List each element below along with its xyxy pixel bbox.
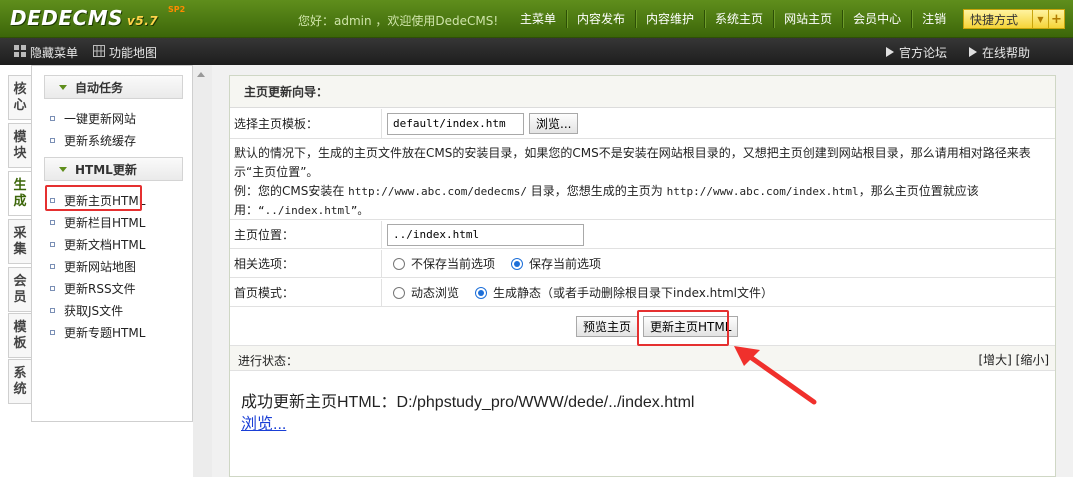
bullet-icon	[50, 220, 55, 225]
tab-generate[interactable]: 生成	[8, 171, 31, 216]
preview-button[interactable]: 预览主页	[576, 316, 639, 337]
scroll-up-icon[interactable]	[197, 72, 205, 77]
browse-result-link[interactable]: 浏览...	[241, 410, 286, 434]
menu-scrollbar[interactable]	[193, 65, 212, 477]
menu-item-update-rss[interactable]: 更新RSS文件	[50, 280, 136, 297]
annotation-arrow-icon	[734, 346, 817, 405]
grid-icon	[14, 45, 26, 60]
menu-section-html-update[interactable]: HTML更新	[44, 157, 183, 181]
description-row: 默认的情况下，生成的主页文件放在CMS的安装目录，如果您的CMS不是安装在网站根…	[230, 140, 1055, 220]
logo-edition-badge: SP2	[168, 5, 186, 14]
menu-item-update-sitemap[interactable]: 更新网站地图	[50, 258, 136, 275]
bullet-icon	[50, 138, 55, 143]
tab-system[interactable]: 系统	[8, 359, 31, 404]
nav-system-home[interactable]: 系统主页	[704, 10, 773, 28]
help-label: 在线帮助	[982, 46, 1031, 60]
top-nav: 主菜单 内容发布 内容维护 系统主页 网站主页 会员中心 注销	[510, 0, 956, 38]
nav-member-center[interactable]: 会员中心	[842, 10, 911, 28]
option-save-label: 保存当前选项	[529, 257, 602, 271]
hide-menu-label: 隐藏菜单	[30, 46, 79, 60]
left-menu: 自动任务 一键更新网站 更新系统缓存 HTML更新 更新主页HTML 更新栏目H…	[31, 65, 193, 422]
mode-row: 首页模式： 动态浏览 生成静态（或者手动删除根目录下index.html文件）	[230, 279, 1055, 307]
nav-logout[interactable]: 注销	[911, 10, 956, 28]
template-input[interactable]	[387, 112, 524, 135]
highlight-box	[637, 310, 729, 346]
tab-collect[interactable]: 采集	[8, 219, 31, 264]
nav-content-publish[interactable]: 内容发布	[566, 10, 635, 28]
bullet-icon	[50, 308, 55, 313]
bullet-icon	[50, 116, 55, 121]
homepage-update-panel: 主页更新向导： 选择主页模板： 浏览... 默认的情况下，生成的主页文件放在CM…	[229, 75, 1056, 477]
bullet-icon	[50, 242, 55, 247]
menu-section-auto-tasks[interactable]: 自动任务	[44, 75, 183, 99]
template-row: 选择主页模板： 浏览...	[230, 109, 1055, 139]
tab-core[interactable]: 核心	[8, 75, 31, 120]
menu-item-get-js[interactable]: 获取JS文件	[50, 302, 123, 319]
template-label: 选择主页模板：	[230, 109, 382, 138]
caret-down-icon	[59, 166, 67, 172]
sub-bar: 隐藏菜单 功能地图 搜索 官方论坛 在线帮助	[0, 38, 1073, 99]
arrow-right-icon	[885, 46, 895, 60]
caret-down-icon	[59, 84, 67, 90]
help-link[interactable]: 在线帮助	[968, 44, 1030, 61]
nav-content-maintain[interactable]: 内容维护	[635, 10, 704, 28]
status-size-controls[interactable]: [增大] [缩小]	[978, 351, 1049, 368]
bullet-icon	[50, 264, 55, 269]
sitemap-button[interactable]: 功能地图	[93, 44, 157, 61]
position-row: 主页位置：	[230, 221, 1055, 249]
position-label: 主页位置：	[230, 221, 382, 248]
hide-menu-button[interactable]: 隐藏菜单	[14, 44, 78, 61]
mode-dynamic-label: 动态浏览	[411, 286, 460, 300]
left-tabs: 核心 模块 生成 采集 会员 模板 系统	[0, 65, 31, 477]
forum-label: 官方论坛	[899, 46, 948, 60]
tab-template[interactable]: 模板	[8, 313, 31, 358]
menu-item-update-special[interactable]: 更新专题HTML	[50, 324, 145, 341]
position-input[interactable]	[387, 223, 584, 246]
browse-button[interactable]: 浏览...	[529, 113, 579, 134]
options-row: 相关选项： 不保存当前选项 保存当前选项	[230, 250, 1055, 278]
tab-module[interactable]: 模块	[8, 123, 31, 168]
menu-item-update-column[interactable]: 更新栏目HTML	[50, 214, 145, 231]
mode-label: 首页模式：	[230, 279, 382, 306]
nav-site-home[interactable]: 网站主页	[773, 10, 842, 28]
radio-static[interactable]	[475, 286, 488, 299]
status-label: 进行状态：	[238, 354, 299, 368]
map-icon	[93, 45, 105, 60]
forum-link[interactable]: 官方论坛	[885, 44, 947, 61]
bullet-icon	[50, 286, 55, 291]
menu-item-update-document[interactable]: 更新文档HTML	[50, 236, 145, 253]
radio-dynamic[interactable]	[393, 286, 405, 299]
quick-menu-label: 快捷方式	[970, 12, 1019, 27]
arrow-right-icon	[968, 46, 978, 60]
nav-main-menu[interactable]: 主菜单	[510, 10, 566, 28]
menu-item-update-cache[interactable]: 更新系统缓存	[50, 132, 136, 149]
option-no-save-label: 不保存当前选项	[411, 257, 496, 271]
description-text: 默认的情况下，生成的主页文件放在CMS的安装目录，如果您的CMS不是安装在网站根…	[234, 146, 1031, 217]
chevron-down-icon[interactable]: ▼	[1032, 10, 1048, 28]
options-label: 相关选项：	[230, 250, 382, 277]
bullet-icon	[50, 330, 55, 335]
plus-icon[interactable]: +	[1048, 10, 1064, 28]
menu-item-update-site[interactable]: 一键更新网站	[50, 110, 136, 127]
status-bar: 进行状态： [增大] [缩小]	[230, 345, 1055, 371]
mode-static-label: 生成静态（或者手动删除根目录下index.html文件）	[493, 286, 773, 300]
radio-no-save[interactable]	[393, 257, 405, 270]
tab-member[interactable]: 会员	[8, 267, 31, 312]
quick-menu-button[interactable]: 快捷方式 ▼ +	[963, 9, 1065, 29]
highlight-box	[45, 185, 142, 211]
welcome-text: 您好：admin ，欢迎使用DedeCMS!	[298, 14, 499, 28]
panel-title: 主页更新向导：	[230, 76, 1055, 108]
top-bar: DEDECMS v5.7 SP2 您好：admin ，欢迎使用DedeCMS! 主…	[0, 0, 1073, 38]
radio-save[interactable]	[511, 257, 524, 270]
dedecms-logo: DEDECMS v5.7	[10, 6, 159, 30]
sitemap-label: 功能地图	[109, 46, 158, 60]
result-message: 成功更新主页HTML：D:/phpstudy_pro/WWW/dede/../i…	[241, 394, 695, 411]
